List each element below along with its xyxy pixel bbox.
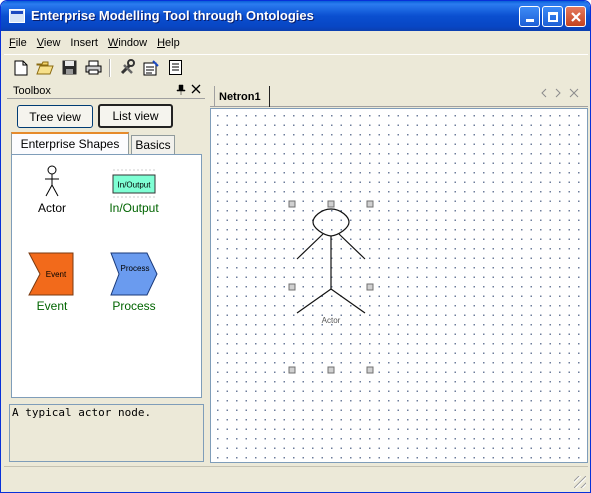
shape-item-inoutput[interactable]: In/Output In/Output [94, 165, 174, 215]
toolbox-panel: Toolbox Tree view List view Enterprise S… [7, 84, 205, 464]
maximize-icon [547, 11, 558, 22]
shape-item-actor[interactable]: Actor [12, 165, 92, 215]
tab-scroll-right-icon[interactable] [554, 88, 562, 101]
menu-view[interactable]: View [32, 37, 66, 49]
close-icon [570, 11, 581, 22]
toolbar [4, 54, 588, 80]
inoutput-icon-text: In/Output [118, 181, 152, 190]
open-button[interactable] [35, 58, 55, 78]
document-tab-bar: Netron1 [210, 83, 588, 107]
print-icon [85, 60, 101, 75]
shape-label-inoutput: In/Output [109, 201, 159, 215]
canvas-actor-label: Actor [322, 316, 341, 325]
process-icon: Process [110, 252, 158, 296]
actor-figure [296, 208, 366, 314]
resize-grip[interactable] [574, 476, 586, 488]
tab-scroll-left-icon[interactable] [540, 88, 548, 101]
pin-icon[interactable] [176, 84, 186, 98]
title-bar[interactable]: Enterprise Modelling Tool through Ontolo… [1, 1, 590, 31]
maximize-button[interactable] [542, 6, 563, 27]
menu-window[interactable]: Window [103, 37, 152, 49]
menu-bar: File View Insert Window Help [4, 32, 588, 53]
toolbox-title: Toolbox [13, 85, 51, 97]
shape-label-actor: Actor [37, 201, 66, 215]
app-icon [9, 9, 25, 23]
tools-icon [120, 59, 135, 75]
tab-enterprise-shapes[interactable]: Enterprise Shapes [11, 132, 129, 154]
new-file-icon [14, 60, 28, 75]
diagram-canvas[interactable]: Actor [210, 108, 588, 463]
properties-button[interactable] [141, 58, 161, 78]
print-button[interactable] [83, 58, 103, 78]
shape-label-event: Event [36, 299, 68, 313]
close-button[interactable] [565, 6, 586, 27]
event-icon-text: Event [46, 270, 67, 279]
save-button[interactable] [59, 58, 79, 78]
process-icon-text: Process [121, 264, 150, 273]
open-folder-icon [36, 61, 54, 74]
save-icon [62, 60, 76, 75]
document-close-icon[interactable] [569, 88, 579, 101]
shape-label-process: Process [112, 299, 156, 313]
minimize-icon [525, 19, 534, 22]
event-icon: Event [28, 252, 74, 296]
actor-icon [45, 165, 59, 197]
minimize-button[interactable] [519, 6, 540, 27]
menu-file[interactable]: File [4, 37, 32, 49]
menu-help[interactable]: Help [152, 37, 185, 49]
shapes-list: Actor In/Output In/Output Event Event Pr… [11, 154, 202, 398]
window-title: Enterprise Modelling Tool through Ontolo… [31, 8, 314, 23]
toolbox-header: Toolbox [7, 84, 205, 99]
description-text: A typical actor node. [12, 406, 152, 419]
shape-item-event[interactable]: Event Event [12, 251, 92, 313]
tree-view-button[interactable]: Tree view [17, 105, 93, 128]
tab-netron1[interactable]: Netron1 [214, 86, 270, 107]
properties-icon [143, 59, 159, 75]
list-view-button[interactable]: List view [98, 104, 173, 128]
toolbox-close-icon[interactable] [191, 83, 201, 97]
inoutput-icon: In/Output [112, 169, 156, 198]
status-bar [4, 466, 588, 490]
canvas-actor-node[interactable]: Actor [211, 109, 587, 462]
tools-button[interactable] [117, 58, 137, 78]
shape-item-process[interactable]: Process Process [94, 251, 174, 313]
app-window: Enterprise Modelling Tool through Ontolo… [0, 0, 591, 493]
document-icon [168, 60, 182, 75]
menu-insert[interactable]: Insert [65, 37, 103, 49]
description-panel: A typical actor node. [9, 404, 204, 462]
new-file-button[interactable] [11, 58, 31, 78]
document-button[interactable] [165, 58, 185, 78]
toolbar-separator [109, 58, 111, 77]
tab-basics[interactable]: Basics [131, 135, 175, 154]
